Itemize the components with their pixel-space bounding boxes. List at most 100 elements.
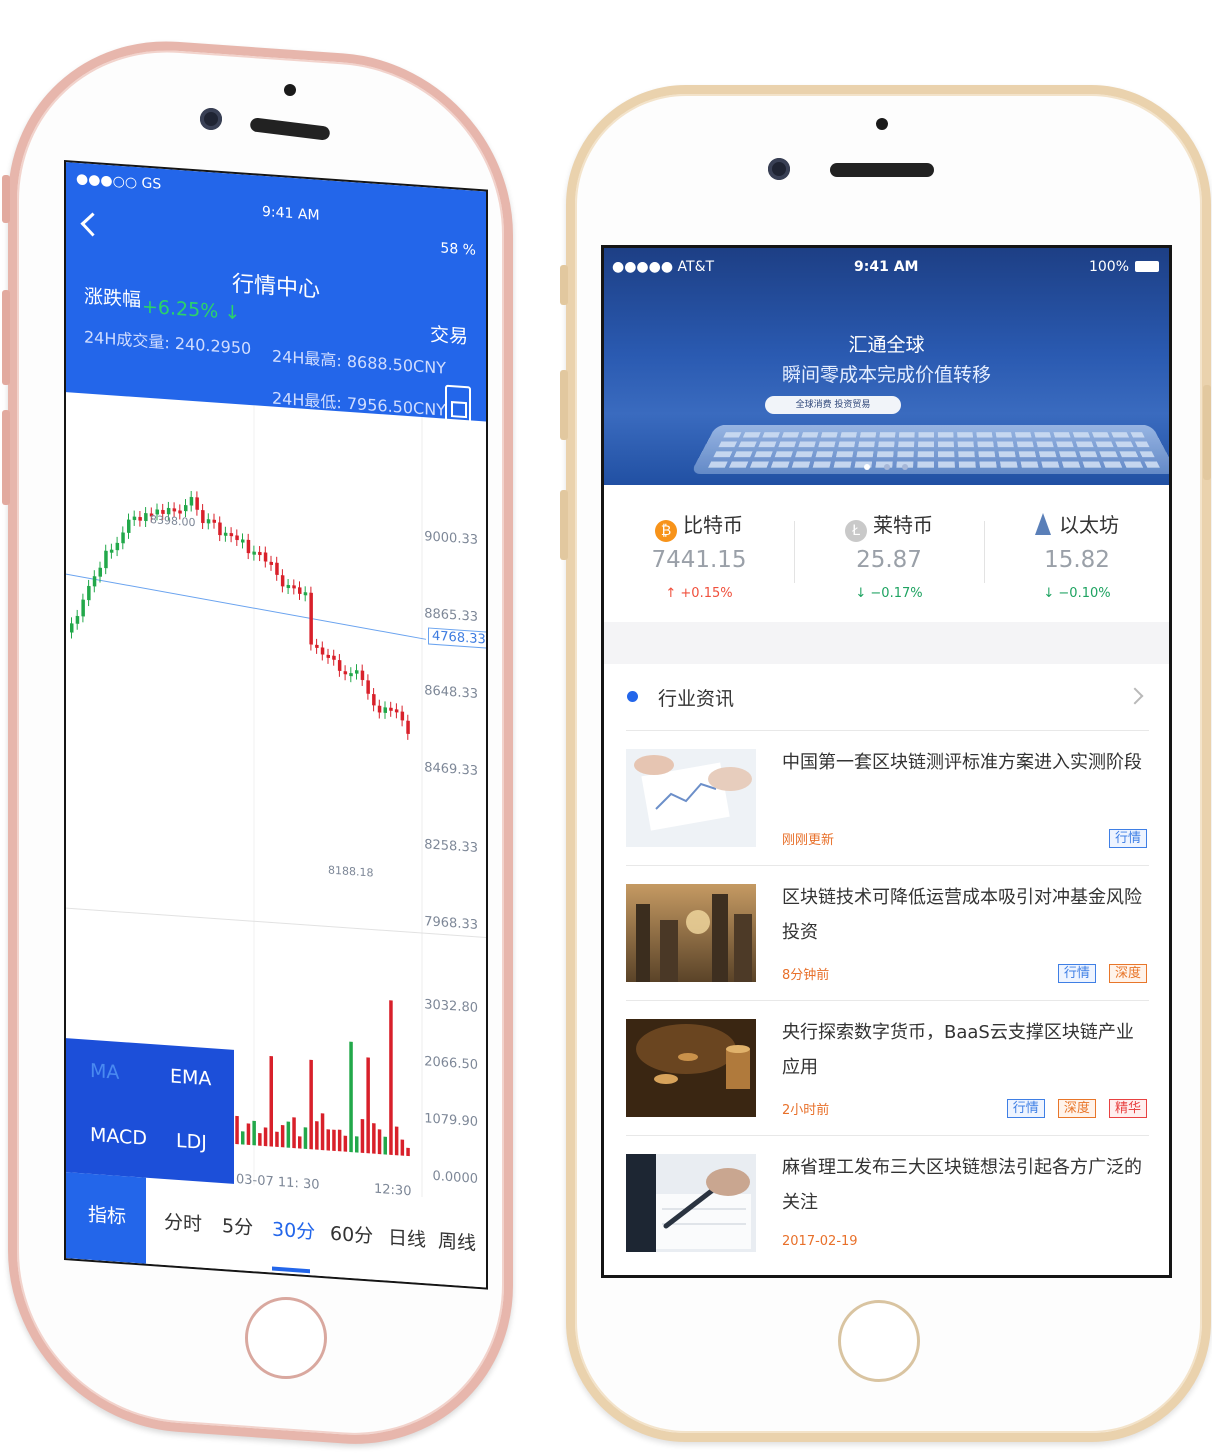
volume-bar: [372, 1123, 376, 1154]
pager-dot-3[interactable]: [902, 464, 908, 470]
candle-body: [223, 532, 228, 536]
battery-icon: [1135, 261, 1159, 272]
tab-weekly[interactable]: 周线: [438, 1226, 476, 1256]
candle-body: [75, 615, 80, 624]
candle-body: [372, 693, 376, 706]
news-item[interactable]: 中国第一套区块链测评标准方案进入实测阶段 刚刚更新 行情: [626, 730, 1149, 866]
candle-body: [377, 705, 382, 713]
tag-market[interactable]: 行情: [1006, 1099, 1045, 1118]
trade-button[interactable]: 交易: [430, 320, 468, 350]
candle-body: [132, 516, 137, 521]
indicator-panel: MA EMA MACD LDJ: [66, 1038, 234, 1194]
candle-body: [355, 670, 359, 674]
tab-indicators[interactable]: 指标: [66, 1172, 146, 1264]
tab-60min[interactable]: 60分: [330, 1219, 373, 1249]
tag-featured[interactable]: 精华: [1108, 1099, 1147, 1118]
news-title: 央行探索数字货币，BaaS云支撑区块链产业应用: [782, 1022, 1134, 1078]
candle-body: [360, 670, 365, 681]
market-header: ●●●○○ GS 9:41 AM 58 % 行情中心 交易 涨跌幅 +6.25%…: [66, 162, 486, 425]
volume-bar: [241, 1131, 245, 1145]
candle-body: [269, 561, 273, 566]
volume-bar: [389, 1000, 393, 1155]
section-header[interactable]: 行业资讯: [604, 664, 1169, 730]
section-bullet-icon: [627, 691, 638, 702]
coin-name: 比特币: [683, 513, 743, 537]
section-spacer: [604, 622, 1169, 664]
left-home-button[interactable]: [245, 1297, 327, 1379]
news-item[interactable]: 区块链技术可降低运营成本吸引对冲基金风险投资 8分钟前 行情 深度: [626, 865, 1149, 1001]
candle-body: [406, 720, 410, 735]
candle-body: [400, 711, 405, 721]
candle-body: [121, 532, 125, 544]
news-thumbnail-pen: [626, 1154, 756, 1252]
candle-body: [235, 535, 239, 541]
pager-dot-1[interactable]: [864, 464, 870, 470]
candle-body: [206, 519, 211, 524]
candle-body: [263, 552, 268, 562]
candle-body: [252, 551, 256, 555]
news-tags: 行情 深度 精华: [999, 1097, 1147, 1118]
volume-bar: [377, 1129, 382, 1155]
volume-24h: 24H成交量: 240.2950: [84, 327, 252, 359]
candle-body: [229, 533, 234, 537]
coin-price: 15.82: [1044, 547, 1110, 573]
coin-bitcoin[interactable]: ₿ 比特币 7441.15 ↑ +0.15%: [604, 485, 794, 621]
keyboard-illustration: [690, 424, 1169, 475]
candle-body: [218, 522, 222, 536]
coin-ethereum[interactable]: 以太坊 15.82 ↓ −0.10%: [982, 485, 1169, 621]
candle-body: [212, 519, 216, 523]
section-title: 行业资讯: [658, 688, 735, 710]
banner-tag[interactable]: 全球消费 投资贸易: [765, 396, 901, 414]
coin-name: 莱特币: [873, 513, 933, 537]
volume-bar: [400, 1139, 405, 1156]
tab-timeline[interactable]: 分时: [164, 1207, 202, 1237]
candle-body: [178, 510, 182, 514]
volume-bar: [263, 1127, 268, 1147]
indicator-macd[interactable]: MACD: [90, 1124, 147, 1150]
news-item[interactable]: 麻省理工发布三大区块链想法引起各方广泛的关注 2017-02-19: [626, 1135, 1149, 1271]
right-phone-mute-switch: [560, 265, 568, 305]
left-phone-mute-switch: [2, 175, 10, 223]
volume-bar: [326, 1129, 330, 1151]
tab-30min[interactable]: 30分: [272, 1215, 315, 1245]
news-item[interactable]: 央行探索数字货币，BaaS云支撑区块链产业应用 2小时前 行情 深度 精华: [626, 1000, 1149, 1136]
candle-body: [92, 576, 97, 587]
volume-bar: [309, 1059, 313, 1150]
coin-change: ↓ −0.17%: [855, 586, 923, 601]
left-phone-volume-down: [2, 410, 10, 505]
tag-market[interactable]: 行情: [1108, 829, 1147, 848]
tab-5min[interactable]: 5分: [222, 1211, 253, 1240]
volume-bar: [337, 1129, 342, 1152]
change-label: 涨跌幅: [84, 285, 142, 312]
candle-body: [144, 512, 148, 522]
banner-title: 汇通全球: [848, 334, 925, 356]
tag-market[interactable]: 行情: [1057, 964, 1096, 983]
chevron-right-icon[interactable]: [1126, 687, 1144, 705]
volume-bar: [286, 1121, 291, 1148]
right-phone-sensor: [876, 118, 888, 130]
candle-body: [394, 709, 399, 713]
volume-bar: [332, 1129, 336, 1151]
pager-dot-2[interactable]: [884, 464, 890, 470]
left-phone-volume-up: [2, 290, 10, 385]
back-icon[interactable]: [80, 212, 105, 237]
right-phone-power-button: [1203, 385, 1211, 480]
candle-body: [258, 551, 262, 556]
volume-bar: [252, 1120, 256, 1146]
coin-litecoin[interactable]: Ł 莱特币 25.87 ↓ −0.17%: [794, 485, 984, 621]
candle-body: [389, 707, 393, 711]
tab-daily[interactable]: 日线: [388, 1223, 426, 1253]
candle-body: [298, 587, 302, 595]
volume-bar: [292, 1117, 296, 1149]
indicator-ma[interactable]: MA: [90, 1060, 119, 1084]
right-home-button[interactable]: [838, 1300, 920, 1382]
banner-subtitle: 瞬间零成本完成价值转移: [781, 364, 991, 386]
volume-bar: [349, 1041, 353, 1153]
volume-bar: [303, 1127, 308, 1150]
promo-banner[interactable]: ●●●●● AT&T 9:41 AM 100% 汇通全球 瞬间零成本完成价值转移…: [604, 248, 1169, 485]
indicator-ldj[interactable]: LDJ: [176, 1130, 207, 1154]
tag-depth[interactable]: 深度: [1108, 964, 1147, 983]
volume-bar: [235, 1115, 239, 1145]
indicator-ema[interactable]: EMA: [170, 1065, 211, 1090]
tag-depth[interactable]: 深度: [1057, 1099, 1096, 1118]
